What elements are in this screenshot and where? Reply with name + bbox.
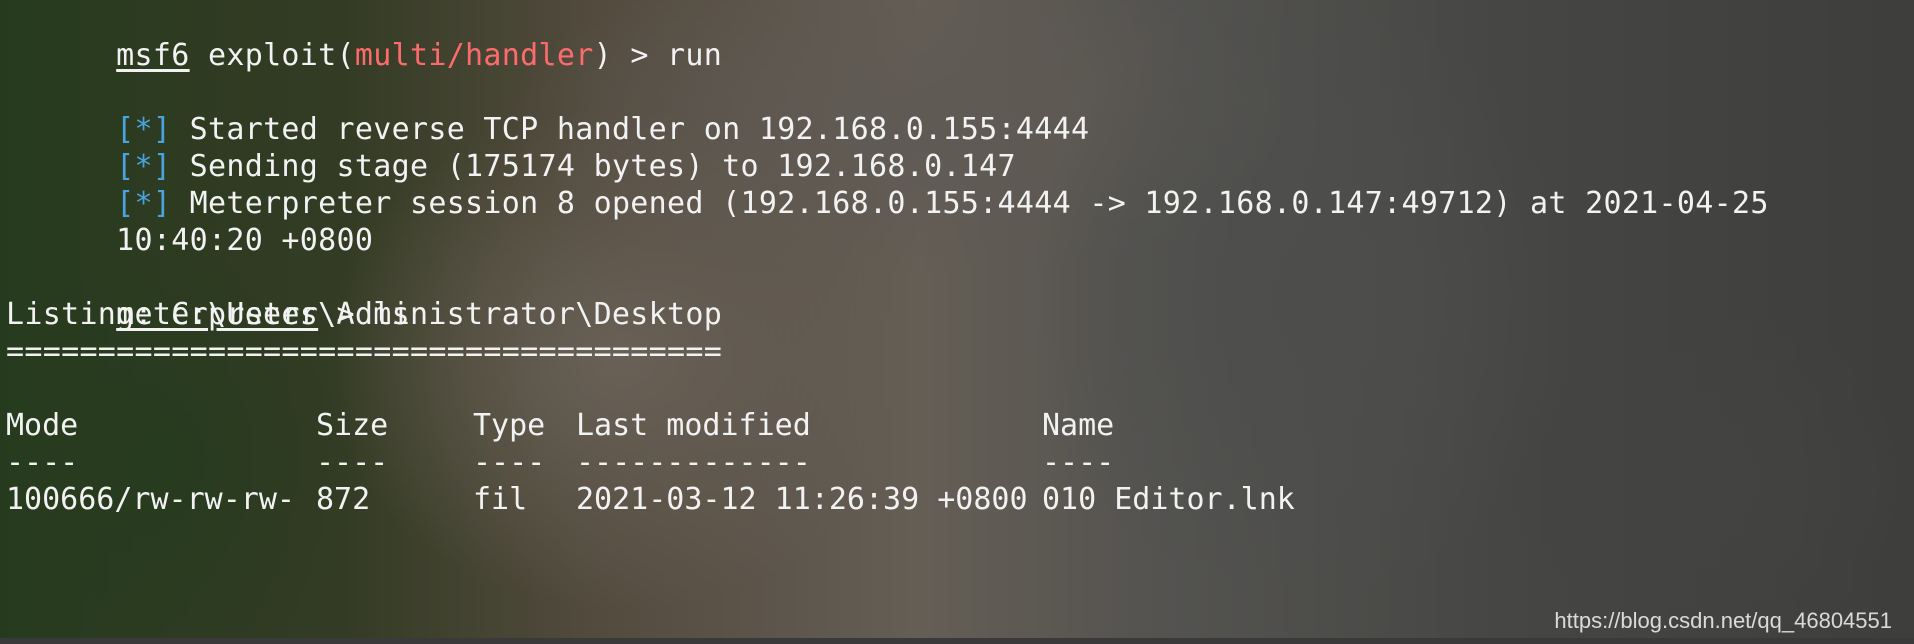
session-time: 10:40:20 +0800 <box>116 223 374 258</box>
prompt-command: ) > run <box>593 38 723 73</box>
cell-size: 872 <box>316 482 371 517</box>
dash-last-modified: ------------- <box>576 445 811 480</box>
terminal-output: msf6 exploit(multi/handler) > run [*] St… <box>6 0 1914 644</box>
bottom-border <box>0 638 1914 644</box>
header-type: Type <box>473 408 546 443</box>
cell-last-modified: 2021-03-12 11:26:39 +0800 <box>576 482 1028 517</box>
dash-type: ---- <box>473 445 546 480</box>
dash-mode: ---- <box>6 445 79 480</box>
prompt-exploit-label: exploit( <box>189 38 355 73</box>
cell-name: 010 Editor.lnk <box>1042 482 1295 517</box>
header-name: Name <box>1042 408 1115 443</box>
listing-title: Listing: C:\Users\Administrator\Desktop <box>6 297 723 332</box>
cell-mode: 100666/rw-rw-rw- <box>6 482 295 517</box>
header-mode: Mode <box>6 408 79 443</box>
watermark: https://blog.csdn.net/qq_46804551 <box>1554 608 1892 633</box>
header-size: Size <box>316 408 389 443</box>
dash-name: ---- <box>1042 445 1115 480</box>
cell-type: fil <box>473 482 528 517</box>
status-text: Meterpreter session 8 opened (192.168.0.… <box>171 186 1769 221</box>
msf-prompt-name: msf6 <box>116 38 190 73</box>
listing-rule: ======================================= <box>6 334 723 369</box>
dash-size: ---- <box>316 445 389 480</box>
module-name: multi/handler <box>354 38 594 73</box>
header-last-modified: Last modified <box>576 408 811 443</box>
terminal-window[interactable]: msf6 exploit(multi/handler) > run [*] St… <box>0 0 1914 644</box>
